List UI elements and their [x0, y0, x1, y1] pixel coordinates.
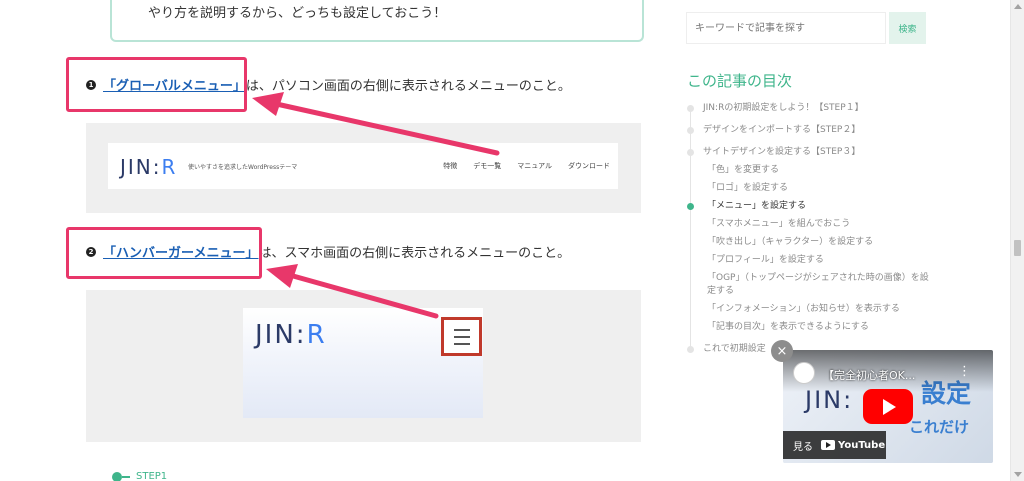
toc-item-ogp[interactable]: 「OGP」（トップページがシェアされた時の画像）を設定する	[687, 272, 932, 298]
jin-global-nav: 特徴 デモ一覧 マニュアル ダウンロード	[443, 161, 610, 171]
toc-item-site-design[interactable]: サイトデザインを設定する【STEP３】	[687, 146, 932, 159]
toc-item-toc-display[interactable]: 「記事の目次」を表示できるようにする	[687, 321, 932, 334]
step-dot-icon	[112, 471, 122, 481]
nav-item-features: 特徴	[443, 162, 458, 170]
note-text: やり方を説明するから、どっちも設定しておこう！	[148, 6, 447, 21]
scroll-down-icon[interactable]	[1014, 472, 1022, 477]
toc-bullet-icon	[687, 149, 694, 156]
scrollbar-thumb[interactable]	[1014, 240, 1021, 256]
channel-avatar[interactable]	[793, 362, 815, 384]
search-button[interactable]: 検索	[889, 12, 926, 44]
play-button[interactable]	[863, 389, 913, 424]
floating-youtube-video[interactable]: JIN: 設定 これだけ 【完全初心者OK... ⋮ 見る YouTube	[783, 350, 993, 463]
toc-item-profile[interactable]: 「プロフィール」を設定する	[687, 254, 932, 267]
vertical-scrollbar[interactable]	[1010, 0, 1024, 481]
nav-item-demos: デモ一覧	[473, 162, 502, 170]
scroll-up-icon[interactable]	[1014, 4, 1022, 9]
toc-item-initial-setup[interactable]: JIN:Rの初期設定をしよう！【STEP１】	[687, 102, 932, 115]
nav-item-download: ダウンロード	[568, 162, 610, 170]
toc-item-balloon[interactable]: 「吹き出し」（キャラクター）を設定する	[687, 236, 932, 249]
close-video-button[interactable]: ×	[771, 340, 793, 362]
toc-item-menu[interactable]: 「メニュー」を設定する	[687, 200, 932, 213]
search-input[interactable]	[687, 13, 885, 43]
toc-item-logo[interactable]: 「ロゴ」を設定する	[687, 182, 932, 195]
global-menu-desc: は、パソコン画面の右側に表示されるメニューのこと。	[245, 79, 571, 94]
jin-logo: JIN:R	[120, 155, 178, 179]
watch-on-youtube-button[interactable]: 見る YouTube	[783, 431, 886, 459]
watch-label: 見る	[793, 441, 813, 453]
toc-item-color[interactable]: 「色」を変更する	[687, 164, 932, 177]
highlight-box-global	[66, 57, 247, 112]
toc-item-sp-menu[interactable]: 「スマホメニュー」を組んでおこう	[687, 218, 932, 231]
nav-item-manual: マニュアル	[517, 162, 552, 170]
more-options-icon[interactable]: ⋮	[958, 364, 971, 379]
toc-title: この記事の目次	[687, 72, 793, 90]
hamburger-icon	[441, 317, 482, 356]
jin-tagline: 使いやすさを追求したWordPressテーマ	[188, 164, 298, 171]
toc-bullet-icon	[687, 105, 694, 112]
play-icon	[883, 398, 896, 415]
video-title[interactable]: 【完全初心者OK...	[823, 367, 915, 383]
page: やり方を説明するから、どっちも設定しておこう！ 1 「グローバルメニュー」 は、…	[0, 0, 1010, 481]
hamburger-menu-desc: は、スマホ画面の右側に表示されるメニューのこと。	[258, 246, 571, 261]
youtube-label: YouTube	[838, 439, 886, 451]
step-marker: STEP1	[112, 471, 167, 481]
toc-item-information[interactable]: 「インフォメーション」（お知らせ）を表示する	[687, 303, 932, 316]
toc-bullet-icon	[687, 346, 694, 353]
youtube-logo-icon	[821, 440, 835, 450]
search-box	[686, 12, 886, 44]
step-label: STEP1	[136, 471, 168, 481]
jin-header-image: JIN:R 使いやすさを追求したWordPressテーマ 特徴 デモ一覧 マニュ…	[108, 143, 618, 189]
toc-active-bullet-icon	[687, 203, 694, 210]
note-box: やり方を説明するから、どっちも設定しておこう！	[110, 0, 644, 42]
phone-jin-logo: JIN:R	[255, 320, 327, 350]
toc-item-import-design[interactable]: デザインをインポートする【STEP２】	[687, 124, 932, 137]
toc-bullet-icon	[687, 127, 694, 134]
highlight-box-hamburger	[66, 227, 262, 279]
video-thumb-text-only: これだけ	[908, 418, 969, 436]
toc-list: JIN:Rの初期設定をしよう！【STEP１】 デザインをインポートする【STEP…	[687, 102, 932, 356]
